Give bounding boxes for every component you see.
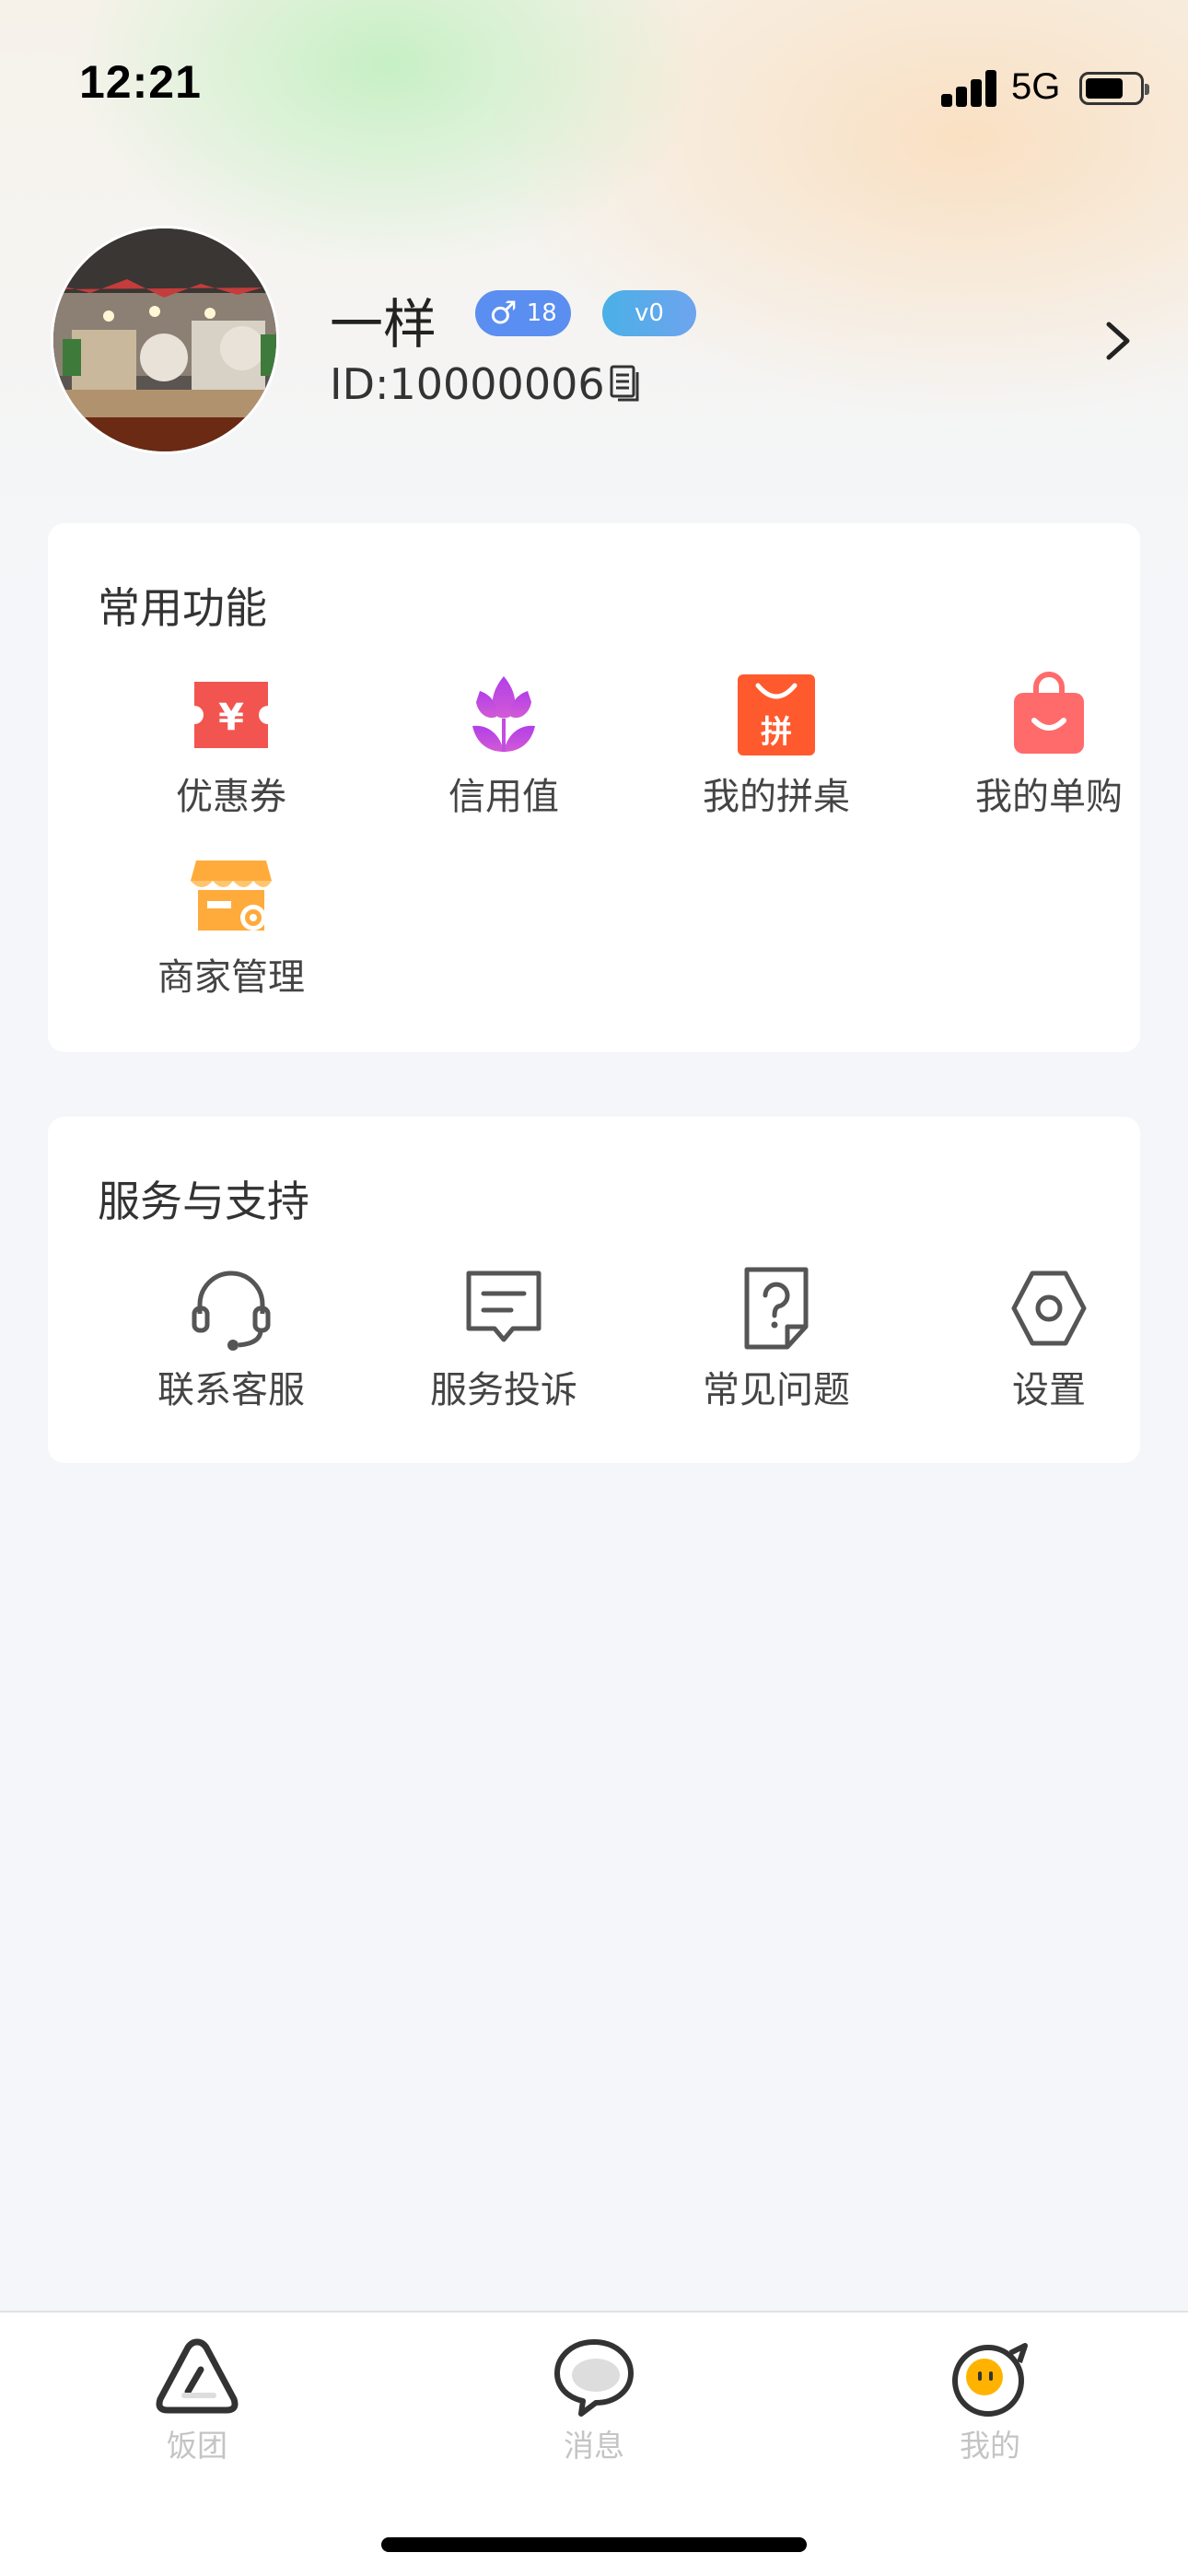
credit-label: 信用值 [448,776,559,818]
tab-label: 饭团 [167,2428,227,2464]
tab-label: 消息 [564,2428,624,2464]
settings-item[interactable]: 设置 [920,1264,1178,1413]
group-table-label: 我的拼桌 [703,776,850,818]
tab-label: 我的 [960,2428,1020,2464]
avatar-photo [53,228,276,451]
nickname: 一样 [330,293,437,356]
group-table-item[interactable]: 拼 我的拼桌 [647,671,905,820]
gender-age-badge: ♂ 18 [475,290,571,336]
settings-hexagon-icon [1011,1270,1087,1346]
male-icon: ♂ [489,295,518,332]
single-buy-label: 我的单购 [975,776,1123,818]
battery-icon [1079,72,1149,105]
contact-service-item[interactable]: 联系客服 [102,1264,360,1413]
message-complaint-icon [466,1270,542,1342]
section-title: 服务与支持 [98,1177,309,1226]
section-title: 常用功能 [98,583,267,633]
coupon-item[interactable]: ¥ 优惠券 [102,671,360,820]
chat-bubble-icon [554,2339,634,2417]
copy-icon[interactable] [609,363,644,405]
chevron-right-icon[interactable] [1103,321,1133,361]
credit-item[interactable]: 信用值 [375,671,633,820]
tab-rice-ball[interactable]: 饭团 [105,2333,289,2465]
tulip-icon [472,676,535,752]
home-indicator [381,2537,807,2552]
merchant-item[interactable]: 商家管理 [102,851,360,1001]
headset-icon [192,1270,271,1351]
settings-label: 设置 [1012,1369,1086,1411]
complaint-label: 服务投诉 [430,1369,577,1411]
profile-face-icon [952,2343,1028,2417]
faq-label: 常见问题 [703,1369,850,1411]
bottom-tab-bar: 饭团 消息 我的 [0,2311,1188,2576]
single-buy-item[interactable]: 我的单购 [920,671,1178,820]
group-table-bag-icon: 拼 [738,674,815,755]
merchant-label: 商家管理 [157,956,305,999]
user-id: ID:10000006 [330,359,605,409]
contact-service-label: 联系客服 [157,1369,305,1411]
common-functions-card: 常用功能 ¥ 优惠券 信用值 拼 我的拼桌 我的单购 商家管理 [48,523,1140,1052]
shopping-bag-icon [1014,672,1084,754]
svg-text:¥: ¥ [218,697,244,739]
service-support-card: 服务与支持 联系客服 服务投诉 常见问题 设置 [48,1117,1140,1463]
signal-icon [941,70,998,107]
tab-messages[interactable]: 消息 [502,2333,686,2465]
status-bar: 12:21 5G [0,0,1188,175]
question-doc-icon [744,1267,809,1350]
store-icon [191,861,272,931]
status-time: 12:21 [79,56,202,108]
avatar[interactable] [51,226,279,454]
faq-item[interactable]: 常见问题 [647,1264,905,1413]
level-badge: v0 [602,290,696,336]
coupon-label: 优惠券 [176,776,286,818]
age-value: 18 [526,299,557,327]
complaint-item[interactable]: 服务投诉 [375,1264,633,1413]
svg-text:拼: 拼 [761,714,792,751]
coupon-icon: ¥ [194,682,268,748]
rice-ball-icon [156,2338,239,2414]
tab-mine[interactable]: 我的 [898,2333,1082,2465]
user-id-row: ID:10000006 [330,359,644,409]
network-type: 5G [1011,66,1061,107]
